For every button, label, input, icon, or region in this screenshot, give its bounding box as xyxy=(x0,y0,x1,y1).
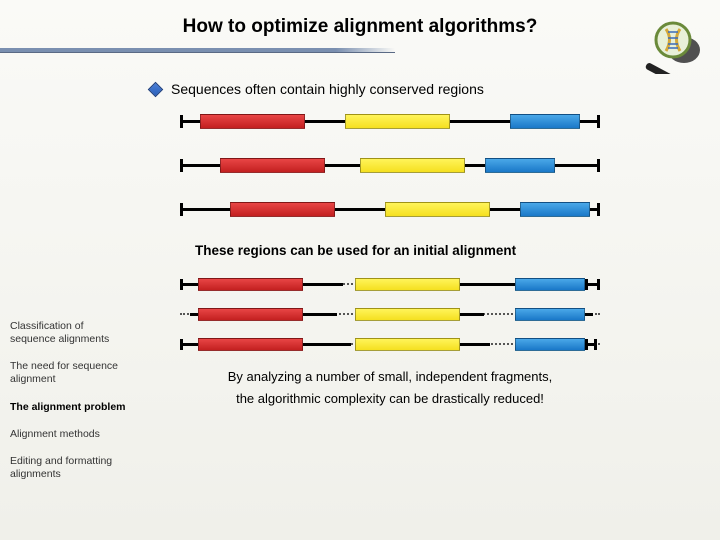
sidebar-item-need[interactable]: The need for sequence alignment xyxy=(10,360,130,386)
bullet-point: Sequences often contain highly conserved… xyxy=(150,81,720,97)
aligned-row xyxy=(180,336,600,352)
region-blue xyxy=(520,202,590,217)
sequence-diagram-unaligned xyxy=(180,111,600,219)
page-title: How to optimize alignment algorithms? xyxy=(0,0,720,38)
region-yellow xyxy=(355,308,460,321)
bullet-text: Sequences often contain highly conserved… xyxy=(171,81,484,97)
region-yellow xyxy=(355,338,460,351)
region-red xyxy=(220,158,325,173)
dna-magnifier-logo xyxy=(638,14,708,74)
region-blue xyxy=(515,278,585,291)
region-blue xyxy=(510,114,580,129)
region-yellow xyxy=(385,202,490,217)
sequence-row xyxy=(180,155,600,175)
region-yellow xyxy=(360,158,465,173)
diamond-bullet-icon xyxy=(148,81,164,97)
sequence-diagram-aligned xyxy=(180,276,600,352)
region-red xyxy=(198,278,303,291)
region-blue xyxy=(515,308,585,321)
sidebar-item-editing[interactable]: Editing and formatting alignments xyxy=(10,455,130,481)
body-line: By analyzing a number of small, independ… xyxy=(150,366,630,388)
region-blue xyxy=(485,158,555,173)
body-text: By analyzing a number of small, independ… xyxy=(150,366,630,410)
sidebar-item-problem[interactable]: The alignment problem xyxy=(10,401,130,414)
title-underline xyxy=(0,48,395,53)
body-line: the algorithmic complexity can be drasti… xyxy=(150,388,630,410)
sidebar-nav: Classification of sequence alignments Th… xyxy=(10,320,130,495)
sequence-row xyxy=(180,199,600,219)
region-red xyxy=(198,338,303,351)
aligned-row xyxy=(180,276,600,292)
sidebar-item-classification[interactable]: Classification of sequence alignments xyxy=(10,320,130,346)
aligned-row xyxy=(180,306,600,322)
caption-text: These regions can be used for an initial… xyxy=(195,243,720,258)
region-red xyxy=(230,202,335,217)
region-blue xyxy=(515,338,585,351)
region-red xyxy=(198,308,303,321)
region-red xyxy=(200,114,305,129)
region-yellow xyxy=(345,114,450,129)
sequence-row xyxy=(180,111,600,131)
region-yellow xyxy=(355,278,460,291)
sidebar-item-methods[interactable]: Alignment methods xyxy=(10,428,130,441)
